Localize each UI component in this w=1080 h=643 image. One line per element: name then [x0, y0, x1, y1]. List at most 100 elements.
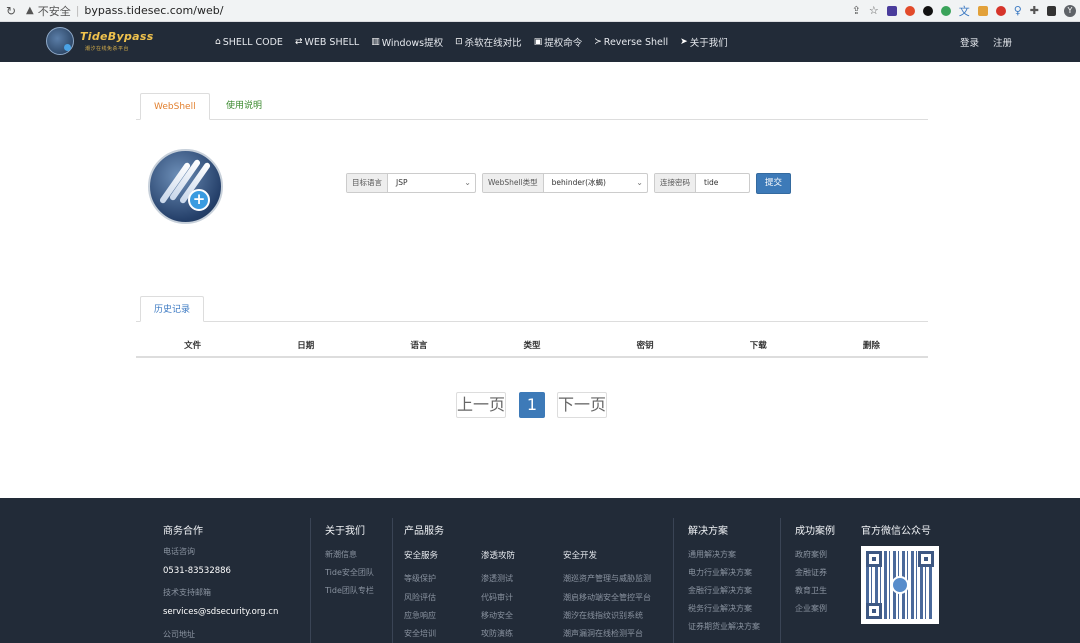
extension-icon[interactable] — [995, 5, 1006, 16]
main-nav: ⌂ SHELL CODE ⇄ WEB SHELL ▥ Windows提权 ⊡ 杀软在线对… — [215, 22, 728, 62]
language-label: 目标语言 — [347, 174, 388, 192]
pentest-title: 渗透攻防 — [481, 551, 516, 561]
footer-link[interactable]: 通用解决方案 — [688, 549, 736, 560]
puzzle-icon[interactable]: ✚ — [1030, 4, 1039, 17]
register-link[interactable]: 注册 — [993, 35, 1012, 49]
footer-link[interactable]: 金融行业解决方案 — [688, 585, 752, 596]
col-file: 文件 — [184, 341, 202, 351]
footer-link[interactable]: 潮巡资产管理与威胁监测 — [563, 573, 651, 584]
webshell-logo-icon: + — [148, 149, 223, 224]
prompt-icon: ≻ — [594, 37, 602, 47]
nav-label: 关于我们 — [689, 38, 728, 49]
terminal-box-icon: ▣ — [533, 37, 543, 47]
phone-label: 电话咨询 — [163, 547, 195, 556]
col-language: 语言 — [410, 341, 428, 351]
qr-finder — [866, 551, 882, 567]
footer-link[interactable]: 安全培训 — [404, 628, 436, 639]
footer-link[interactable]: Tide安全团队 — [325, 567, 374, 578]
footer-link[interactable]: 电力行业解决方案 — [688, 567, 752, 578]
location-icon[interactable]: ♀ — [1014, 4, 1022, 17]
extension-icon[interactable] — [904, 5, 915, 16]
qr-logo-icon — [891, 576, 909, 594]
nav-item-av-compare[interactable]: ⊡ 杀软在线对比 — [455, 35, 522, 49]
address-label: 公司地址 — [163, 630, 195, 639]
footer-link[interactable]: 金融证券 — [795, 567, 827, 578]
footer-link[interactable]: 潮汐在线指纹识别系统 — [563, 610, 643, 621]
prev-page-button[interactable]: 上一页 — [456, 392, 506, 418]
history-tabs: 历史记录 — [136, 296, 928, 322]
nav-item-privesc-cmd[interactable]: ▣ 提权命令 — [534, 35, 583, 49]
footer-divider — [780, 518, 781, 643]
page-1-button[interactable]: 1 — [519, 392, 545, 418]
footer-link[interactable]: 政府案例 — [795, 549, 827, 560]
trash-icon: ▥ — [371, 37, 380, 47]
warning-icon[interactable]: ▲ — [26, 5, 34, 16]
footer-link[interactable]: 攻防演练 — [481, 628, 513, 639]
nav-item-shellcode[interactable]: ⌂ SHELL CODE — [215, 37, 283, 48]
sidebar-toggle-icon[interactable] — [1047, 5, 1056, 16]
extension-icon[interactable] — [940, 5, 951, 16]
footer-link[interactable]: 移动安全 — [481, 610, 513, 621]
footer-link[interactable]: 风险评估 — [404, 592, 436, 603]
plus-icon: + — [188, 189, 210, 211]
insecure-label[interactable]: 不安全 — [38, 3, 71, 19]
type-select-group: WebShell类型 behinder(冰蝎) ⌄ — [482, 173, 648, 193]
footer-link[interactable]: 证券期货业解决方案 — [688, 621, 760, 632]
secdev-title: 安全开发 — [563, 551, 598, 561]
nav-item-about[interactable]: ➤ 关于我们 — [680, 35, 728, 49]
footer-link[interactable]: Tide团队专栏 — [325, 585, 374, 596]
next-page-button[interactable]: 下一页 — [557, 392, 607, 418]
nav-item-reverse-shell[interactable]: ≻ Reverse Shell — [594, 37, 668, 48]
tide-logo-icon[interactable] — [46, 27, 74, 55]
phone-number: 0531-83532886 — [163, 566, 231, 576]
col-date: 日期 — [297, 341, 315, 351]
footer-link[interactable]: 代码审计 — [481, 592, 513, 603]
nav-item-webshell[interactable]: ⇄ WEB SHELL — [295, 37, 359, 48]
password-input[interactable]: tide — [696, 174, 749, 192]
qr-pattern — [866, 551, 934, 619]
chevron-down-icon: ⌄ — [464, 178, 471, 187]
footer-link[interactable]: 应急响应 — [404, 610, 436, 621]
submit-button[interactable]: 提交 — [756, 172, 791, 194]
footer-link[interactable]: 等级保护 — [404, 573, 436, 584]
footer-link[interactable]: 潮启移动端安全管控平台 — [563, 592, 651, 603]
profile-avatar[interactable]: Y — [1064, 4, 1076, 17]
type-select[interactable]: behinder(冰蝎) ⌄ — [544, 174, 647, 192]
tab-usage[interactable]: 使用说明 — [213, 93, 275, 120]
footer-link[interactable]: 教育卫生 — [795, 585, 827, 596]
extension-icon[interactable] — [886, 5, 897, 16]
brand-name[interactable]: TideBypass — [80, 30, 154, 43]
footer-about-title: 关于我们 — [325, 526, 365, 537]
footer-divider — [392, 518, 393, 643]
browser-toolbar: ↻ ▲ 不安全 | bypass.tidesec.com/web/ ⇪ ☆ 文 … — [0, 0, 1080, 22]
email-address[interactable]: services@sdsecurity.org.cn — [163, 607, 278, 617]
address-bar[interactable]: bypass.tidesec.com/web/ — [84, 4, 223, 17]
login-link[interactable]: 登录 — [960, 35, 979, 49]
extension-icon[interactable] — [977, 5, 988, 16]
tab-webshell[interactable]: WebShell — [140, 93, 210, 120]
footer-link[interactable]: 新潮信息 — [325, 549, 357, 560]
type-value: behinder(冰蝎) — [551, 178, 606, 187]
extension-icon[interactable] — [922, 5, 933, 16]
brand-subtitle: 潮汐在线免杀平台 — [85, 46, 130, 52]
tool-tabs: WebShell 使用说明 — [136, 93, 928, 120]
nav-item-windows[interactable]: ▥ Windows提权 — [371, 35, 443, 49]
tab-history[interactable]: 历史记录 — [140, 296, 205, 322]
nav-label: 杀软在线对比 — [464, 38, 522, 49]
share-icon[interactable]: ⇪ — [852, 4, 861, 17]
footer-divider — [673, 518, 674, 643]
swap-icon: ⇄ — [294, 37, 303, 47]
footer-link[interactable]: 潮声漏洞在线检测平台 — [563, 628, 643, 639]
email-label: 技术支持邮箱 — [163, 588, 211, 597]
star-icon[interactable]: ☆ — [869, 4, 879, 17]
auth-links: 登录 注册 — [960, 22, 1012, 62]
footer-link[interactable]: 税务行业解决方案 — [688, 603, 752, 614]
footer-cases-title: 成功案例 — [795, 526, 835, 537]
webshell-form: 目标语言 JSP ⌄ WebShell类型 behinder(冰蝎) ⌄ 连接密码 … — [346, 172, 791, 194]
footer-link[interactable]: 渗透测试 — [481, 573, 513, 584]
footer-link[interactable]: 企业案例 — [795, 603, 827, 614]
translate-icon[interactable]: 文 — [959, 3, 970, 19]
language-select[interactable]: JSP ⌄ — [388, 174, 475, 192]
history-table-header: 文件 日期 语言 类型 密钥 下载 删除 — [136, 337, 928, 358]
reload-icon[interactable]: ↻ — [0, 4, 22, 18]
